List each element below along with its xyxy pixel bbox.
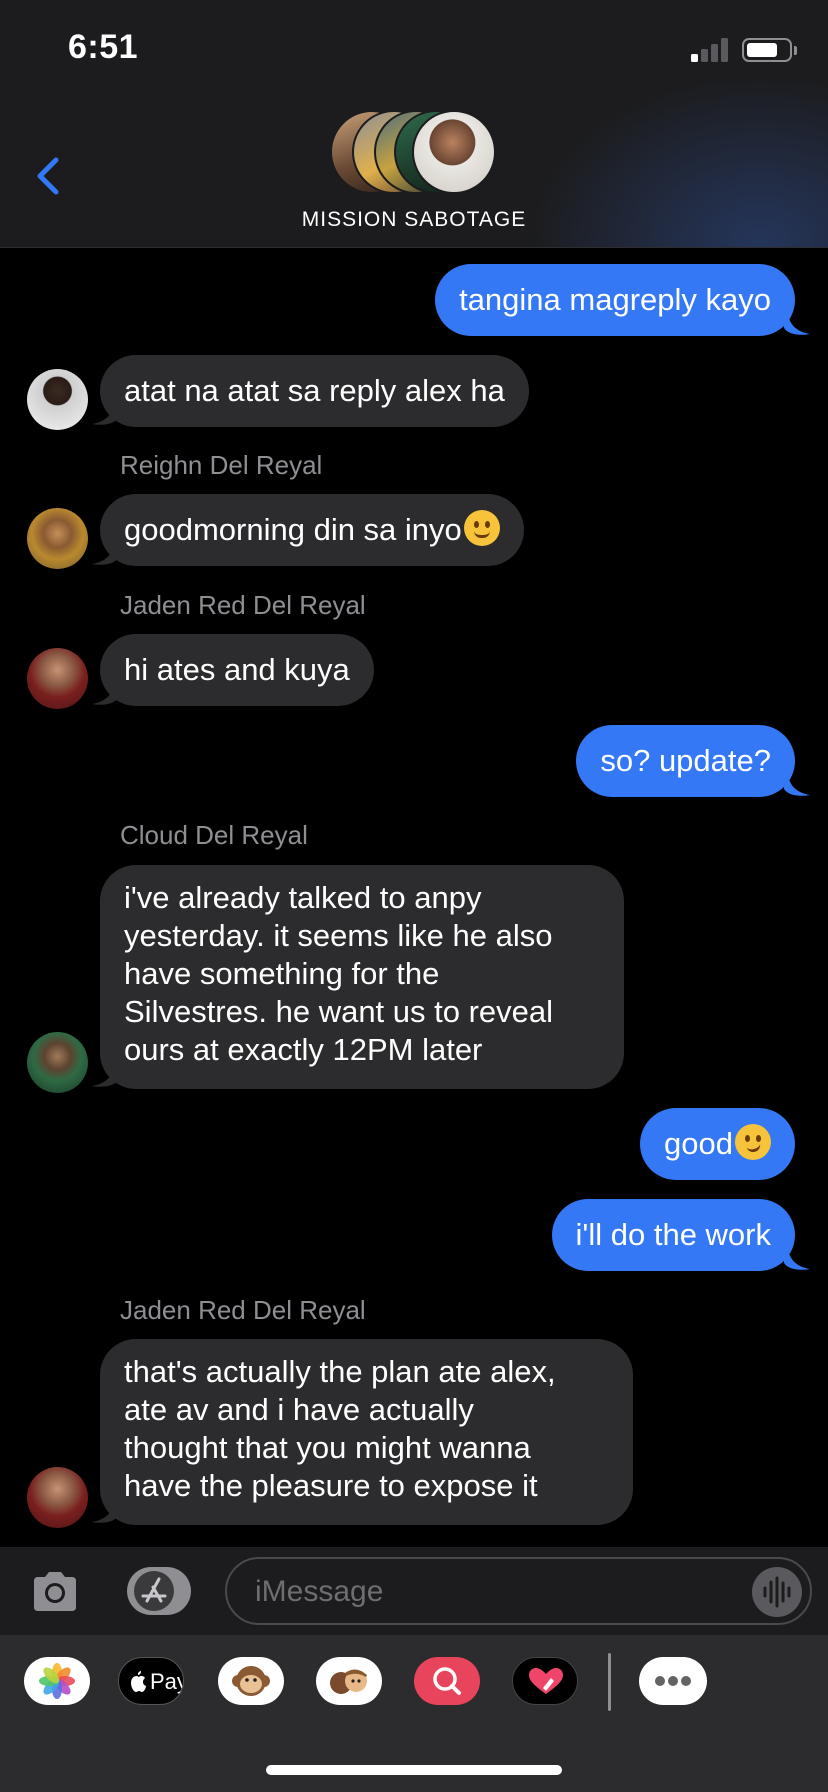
- sender-name: Jaden Red Del Reyal: [120, 1295, 366, 1325]
- incoming-message[interactable]: i've already talked to anpy yesterday. i…: [100, 865, 624, 1089]
- memoji-app-button[interactable]: [316, 1657, 382, 1705]
- incoming-message[interactable]: atat na atat sa reply alex ha: [100, 355, 529, 427]
- camera-button[interactable]: [30, 1569, 80, 1613]
- member-avatar: [412, 110, 496, 194]
- message-line: thought that you might wanna: [124, 1430, 531, 1465]
- sender-avatar[interactable]: [27, 508, 88, 569]
- incoming-message[interactable]: hi ates and kuya: [100, 634, 374, 706]
- message-line: ours at exactly 12PM later: [124, 1032, 483, 1067]
- message-line: i've already talked to anpy: [124, 880, 482, 915]
- message-text: goodmorning din sa inyo: [124, 512, 462, 547]
- message-line: that's actually the plan ate alex,: [124, 1354, 556, 1389]
- message-line: Silvestres. he want us to reveal: [124, 994, 554, 1029]
- message-input-bar: [0, 1547, 828, 1635]
- signal-icon: [691, 38, 731, 62]
- bubble-tail: [784, 314, 810, 335]
- app-store-button[interactable]: [127, 1567, 191, 1615]
- apple-pay-button[interactable]: Pay: [118, 1657, 184, 1705]
- sender-avatar[interactable]: [27, 1467, 88, 1528]
- battery-icon: [742, 38, 792, 62]
- group-name[interactable]: MISSION SABOTAGE: [0, 208, 828, 232]
- camera-icon: [34, 1572, 76, 1611]
- conversation-header: 6:51 MISSION SABOTAGE: [0, 0, 828, 248]
- imessage-app-drawer: Pay: [0, 1635, 828, 1792]
- sender-name: Reighn Del Reyal: [120, 450, 323, 480]
- sender-avatar[interactable]: [27, 369, 88, 430]
- status-time: 6:51: [68, 28, 139, 66]
- digital-touch-app-button[interactable]: [512, 1657, 578, 1705]
- monkey-emoji-icon: [232, 1666, 270, 1696]
- back-button[interactable]: [30, 152, 70, 200]
- outgoing-message[interactable]: so? update?: [576, 725, 795, 797]
- message-input[interactable]: [255, 1571, 695, 1613]
- image-search-app-button[interactable]: [414, 1657, 480, 1705]
- dictation-button[interactable]: [752, 1567, 802, 1617]
- slightly-smiling-face-icon: [463, 510, 500, 546]
- battery-cap: [794, 46, 797, 55]
- message-text: good: [664, 1126, 733, 1161]
- photos-icon: [39, 1663, 75, 1699]
- message-line: ate av and i have actually: [124, 1392, 474, 1427]
- message-line: have something for the: [124, 956, 440, 991]
- bubble-tail: [784, 1249, 810, 1270]
- sender-name: Jaden Red Del Reyal: [120, 590, 366, 620]
- message-field[interactable]: [225, 1557, 812, 1625]
- drawer-divider: [608, 1653, 611, 1711]
- message-line: yesterday. it seems like he also: [124, 918, 553, 953]
- outgoing-message[interactable]: i'll do the work: [551, 1199, 795, 1271]
- sender-avatar[interactable]: [27, 1032, 88, 1093]
- animoji-app-button[interactable]: [218, 1657, 284, 1705]
- apple-pay-label: Pay: [150, 1669, 183, 1694]
- outgoing-message[interactable]: tangina magreply kayo: [435, 264, 795, 336]
- home-indicator: [266, 1765, 562, 1775]
- sender-avatar[interactable]: [27, 648, 88, 709]
- app-store-icon: [134, 1571, 174, 1611]
- more-apps-button[interactable]: [639, 1657, 707, 1705]
- chevron-left-icon: [37, 157, 59, 195]
- search-images-icon: [433, 1667, 461, 1695]
- digital-touch-icon: [529, 1668, 563, 1694]
- message-line: have the pleasure to expose it: [124, 1468, 538, 1503]
- incoming-message[interactable]: goodmorning din sa inyo: [100, 494, 524, 566]
- more-icon: [655, 1676, 691, 1686]
- smirking-face-icon: [735, 1124, 771, 1160]
- sender-name: Cloud Del Reyal: [120, 820, 308, 850]
- memoji-icon: [330, 1669, 367, 1694]
- group-avatar-stack[interactable]: [330, 110, 500, 196]
- bubble-tail: [784, 775, 810, 796]
- audio-waveform-icon: [763, 1576, 791, 1608]
- outgoing-message[interactable]: good: [640, 1108, 795, 1180]
- photos-app-button[interactable]: [24, 1657, 90, 1705]
- incoming-message[interactable]: that's actually the plan ate alex, ate a…: [100, 1339, 633, 1525]
